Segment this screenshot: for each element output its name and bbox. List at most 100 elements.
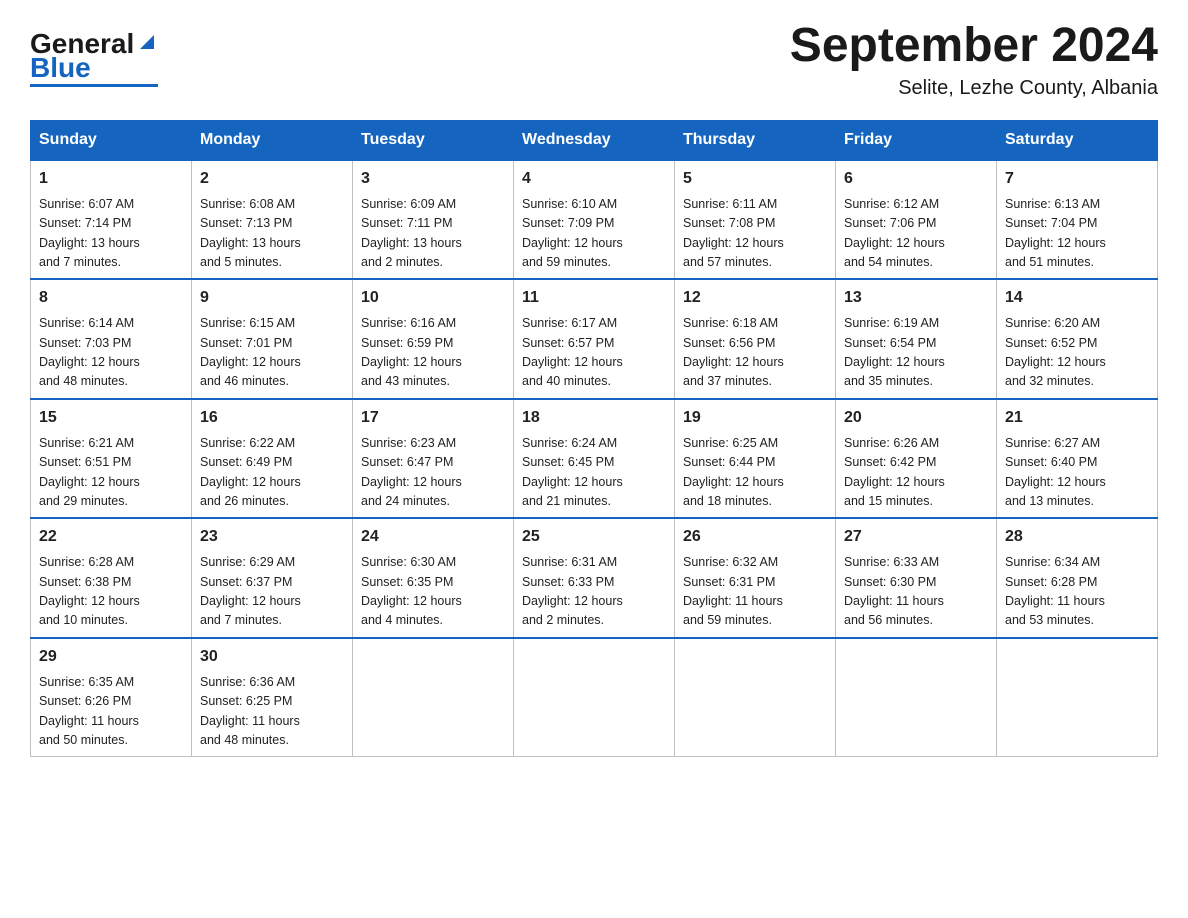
day-number: 11 <box>522 286 666 310</box>
calendar-day-cell: 26 Sunrise: 6:32 AM Sunset: 6:31 PM Dayl… <box>675 518 836 638</box>
day-info: Sunrise: 6:30 AM Sunset: 6:35 PM Dayligh… <box>361 553 505 631</box>
day-number: 28 <box>1005 525 1149 549</box>
calendar-day-cell: 4 Sunrise: 6:10 AM Sunset: 7:09 PM Dayli… <box>514 160 675 280</box>
calendar-day-cell <box>353 638 514 757</box>
day-number: 6 <box>844 167 988 191</box>
calendar-day-cell: 28 Sunrise: 6:34 AM Sunset: 6:28 PM Dayl… <box>997 518 1158 638</box>
calendar-week-row: 8 Sunrise: 6:14 AM Sunset: 7:03 PM Dayli… <box>31 279 1158 399</box>
day-number: 24 <box>361 525 505 549</box>
calendar-day-cell: 22 Sunrise: 6:28 AM Sunset: 6:38 PM Dayl… <box>31 518 192 638</box>
logo-blue-text: Blue <box>30 54 91 82</box>
calendar-day-cell: 12 Sunrise: 6:18 AM Sunset: 6:56 PM Dayl… <box>675 279 836 399</box>
day-number: 17 <box>361 406 505 430</box>
weekday-header-row: Sunday Monday Tuesday Wednesday Thursday… <box>31 120 1158 160</box>
calendar-week-row: 29 Sunrise: 6:35 AM Sunset: 6:26 PM Dayl… <box>31 638 1158 757</box>
day-info: Sunrise: 6:10 AM Sunset: 7:09 PM Dayligh… <box>522 195 666 273</box>
logo: General Blue <box>30 20 158 87</box>
day-number: 27 <box>844 525 988 549</box>
day-number: 19 <box>683 406 827 430</box>
day-info: Sunrise: 6:24 AM Sunset: 6:45 PM Dayligh… <box>522 434 666 512</box>
day-number: 18 <box>522 406 666 430</box>
calendar-day-cell: 13 Sunrise: 6:19 AM Sunset: 6:54 PM Dayl… <box>836 279 997 399</box>
page-header: General Blue September 2024 Selite, Lezh… <box>30 20 1158 100</box>
day-info: Sunrise: 6:14 AM Sunset: 7:03 PM Dayligh… <box>39 314 183 392</box>
day-info: Sunrise: 6:13 AM Sunset: 7:04 PM Dayligh… <box>1005 195 1149 273</box>
calendar-day-cell: 16 Sunrise: 6:22 AM Sunset: 6:49 PM Dayl… <box>192 399 353 519</box>
day-number: 2 <box>200 167 344 191</box>
day-info: Sunrise: 6:09 AM Sunset: 7:11 PM Dayligh… <box>361 195 505 273</box>
day-number: 9 <box>200 286 344 310</box>
calendar-day-cell: 8 Sunrise: 6:14 AM Sunset: 7:03 PM Dayli… <box>31 279 192 399</box>
calendar-table: Sunday Monday Tuesday Wednesday Thursday… <box>30 120 1158 758</box>
day-info: Sunrise: 6:23 AM Sunset: 6:47 PM Dayligh… <box>361 434 505 512</box>
day-number: 14 <box>1005 286 1149 310</box>
calendar-day-cell: 21 Sunrise: 6:27 AM Sunset: 6:40 PM Dayl… <box>997 399 1158 519</box>
day-number: 16 <box>200 406 344 430</box>
calendar-day-cell: 5 Sunrise: 6:11 AM Sunset: 7:08 PM Dayli… <box>675 160 836 280</box>
day-info: Sunrise: 6:31 AM Sunset: 6:33 PM Dayligh… <box>522 553 666 631</box>
day-number: 13 <box>844 286 988 310</box>
day-number: 10 <box>361 286 505 310</box>
calendar-day-cell <box>836 638 997 757</box>
header-sunday: Sunday <box>31 120 192 160</box>
calendar-day-cell <box>514 638 675 757</box>
calendar-day-cell: 23 Sunrise: 6:29 AM Sunset: 6:37 PM Dayl… <box>192 518 353 638</box>
day-info: Sunrise: 6:36 AM Sunset: 6:25 PM Dayligh… <box>200 673 344 751</box>
day-info: Sunrise: 6:22 AM Sunset: 6:49 PM Dayligh… <box>200 434 344 512</box>
calendar-day-cell: 24 Sunrise: 6:30 AM Sunset: 6:35 PM Dayl… <box>353 518 514 638</box>
header-monday: Monday <box>192 120 353 160</box>
logo-triangle-icon <box>136 31 158 53</box>
day-info: Sunrise: 6:28 AM Sunset: 6:38 PM Dayligh… <box>39 553 183 631</box>
calendar-day-cell: 18 Sunrise: 6:24 AM Sunset: 6:45 PM Dayl… <box>514 399 675 519</box>
day-number: 20 <box>844 406 988 430</box>
calendar-day-cell: 27 Sunrise: 6:33 AM Sunset: 6:30 PM Dayl… <box>836 518 997 638</box>
calendar-day-cell <box>997 638 1158 757</box>
day-info: Sunrise: 6:32 AM Sunset: 6:31 PM Dayligh… <box>683 553 827 631</box>
calendar-week-row: 15 Sunrise: 6:21 AM Sunset: 6:51 PM Dayl… <box>31 399 1158 519</box>
day-number: 26 <box>683 525 827 549</box>
header-wednesday: Wednesday <box>514 120 675 160</box>
day-number: 23 <box>200 525 344 549</box>
day-info: Sunrise: 6:35 AM Sunset: 6:26 PM Dayligh… <box>39 673 183 751</box>
day-info: Sunrise: 6:12 AM Sunset: 7:06 PM Dayligh… <box>844 195 988 273</box>
page-title: September 2024 <box>790 20 1158 73</box>
calendar-day-cell: 17 Sunrise: 6:23 AM Sunset: 6:47 PM Dayl… <box>353 399 514 519</box>
calendar-day-cell: 9 Sunrise: 6:15 AM Sunset: 7:01 PM Dayli… <box>192 279 353 399</box>
header-tuesday: Tuesday <box>353 120 514 160</box>
day-info: Sunrise: 6:17 AM Sunset: 6:57 PM Dayligh… <box>522 314 666 392</box>
calendar-day-cell: 29 Sunrise: 6:35 AM Sunset: 6:26 PM Dayl… <box>31 638 192 757</box>
calendar-week-row: 22 Sunrise: 6:28 AM Sunset: 6:38 PM Dayl… <box>31 518 1158 638</box>
day-info: Sunrise: 6:18 AM Sunset: 6:56 PM Dayligh… <box>683 314 827 392</box>
calendar-day-cell: 10 Sunrise: 6:16 AM Sunset: 6:59 PM Dayl… <box>353 279 514 399</box>
day-number: 22 <box>39 525 183 549</box>
calendar-day-cell: 15 Sunrise: 6:21 AM Sunset: 6:51 PM Dayl… <box>31 399 192 519</box>
day-info: Sunrise: 6:34 AM Sunset: 6:28 PM Dayligh… <box>1005 553 1149 631</box>
day-number: 29 <box>39 645 183 669</box>
calendar-day-cell: 6 Sunrise: 6:12 AM Sunset: 7:06 PM Dayli… <box>836 160 997 280</box>
page-subtitle: Selite, Lezhe County, Albania <box>790 77 1158 100</box>
day-info: Sunrise: 6:26 AM Sunset: 6:42 PM Dayligh… <box>844 434 988 512</box>
calendar-day-cell: 1 Sunrise: 6:07 AM Sunset: 7:14 PM Dayli… <box>31 160 192 280</box>
day-info: Sunrise: 6:11 AM Sunset: 7:08 PM Dayligh… <box>683 195 827 273</box>
day-number: 30 <box>200 645 344 669</box>
calendar-day-cell: 3 Sunrise: 6:09 AM Sunset: 7:11 PM Dayli… <box>353 160 514 280</box>
day-info: Sunrise: 6:19 AM Sunset: 6:54 PM Dayligh… <box>844 314 988 392</box>
day-info: Sunrise: 6:07 AM Sunset: 7:14 PM Dayligh… <box>39 195 183 273</box>
calendar-week-row: 1 Sunrise: 6:07 AM Sunset: 7:14 PM Dayli… <box>31 160 1158 280</box>
calendar-day-cell: 2 Sunrise: 6:08 AM Sunset: 7:13 PM Dayli… <box>192 160 353 280</box>
day-info: Sunrise: 6:25 AM Sunset: 6:44 PM Dayligh… <box>683 434 827 512</box>
day-number: 7 <box>1005 167 1149 191</box>
calendar-day-cell: 7 Sunrise: 6:13 AM Sunset: 7:04 PM Dayli… <box>997 160 1158 280</box>
day-number: 4 <box>522 167 666 191</box>
calendar-day-cell: 25 Sunrise: 6:31 AM Sunset: 6:33 PM Dayl… <box>514 518 675 638</box>
day-info: Sunrise: 6:15 AM Sunset: 7:01 PM Dayligh… <box>200 314 344 392</box>
header-saturday: Saturday <box>997 120 1158 160</box>
logo-underline <box>30 84 158 87</box>
day-number: 15 <box>39 406 183 430</box>
day-info: Sunrise: 6:21 AM Sunset: 6:51 PM Dayligh… <box>39 434 183 512</box>
day-info: Sunrise: 6:33 AM Sunset: 6:30 PM Dayligh… <box>844 553 988 631</box>
day-info: Sunrise: 6:27 AM Sunset: 6:40 PM Dayligh… <box>1005 434 1149 512</box>
title-block: September 2024 Selite, Lezhe County, Alb… <box>790 20 1158 100</box>
day-number: 3 <box>361 167 505 191</box>
calendar-day-cell: 11 Sunrise: 6:17 AM Sunset: 6:57 PM Dayl… <box>514 279 675 399</box>
